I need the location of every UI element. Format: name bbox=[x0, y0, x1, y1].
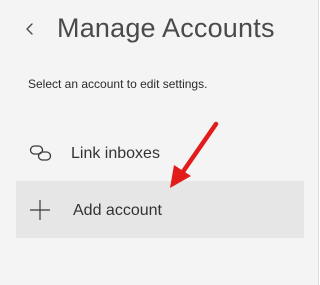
instructions-text: Select an account to edit settings. bbox=[28, 77, 208, 91]
plus-icon bbox=[29, 199, 51, 221]
link-icon bbox=[29, 142, 52, 164]
chevron-left-icon bbox=[18, 17, 42, 41]
panel-header: Manage Accounts bbox=[0, 0, 319, 58]
link-inboxes-item[interactable]: Link inboxes bbox=[16, 125, 304, 182]
add-account-item[interactable]: Add account bbox=[16, 181, 304, 238]
add-account-label: Add account bbox=[73, 202, 162, 219]
back-button[interactable] bbox=[18, 17, 42, 41]
manage-accounts-panel: Manage Accounts Select an account to edi… bbox=[0, 0, 319, 285]
link-inboxes-label: Link inboxes bbox=[71, 145, 160, 162]
page-title: Manage Accounts bbox=[57, 13, 275, 43]
